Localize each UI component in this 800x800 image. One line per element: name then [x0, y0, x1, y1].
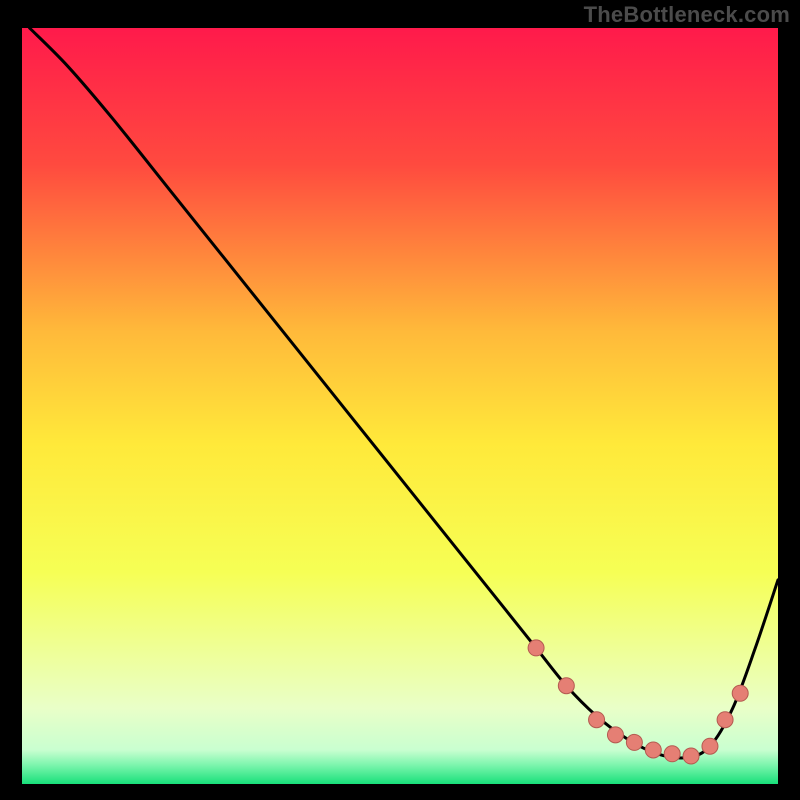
- chart-svg: [22, 28, 778, 784]
- watermark-text: TheBottleneck.com: [584, 2, 790, 28]
- highlight-dot: [732, 685, 748, 701]
- highlight-dot: [645, 742, 661, 758]
- highlight-dot: [626, 734, 642, 750]
- highlight-dot: [683, 748, 699, 764]
- plot-area: [22, 28, 778, 784]
- gradient-background: [22, 28, 778, 784]
- highlight-dot: [607, 727, 623, 743]
- highlight-dot: [558, 678, 574, 694]
- highlight-dot: [664, 746, 680, 762]
- highlight-dot: [702, 738, 718, 754]
- highlight-dot: [717, 712, 733, 728]
- chart-stage: TheBottleneck.com: [0, 0, 800, 800]
- highlight-dot: [589, 712, 605, 728]
- highlight-dot: [528, 640, 544, 656]
